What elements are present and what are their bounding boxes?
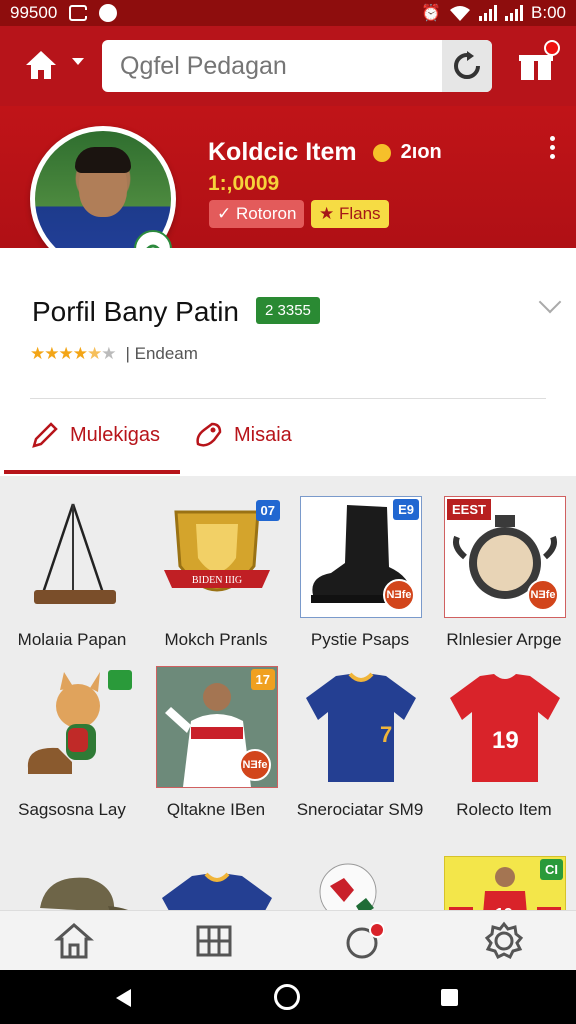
home-icon[interactable] xyxy=(24,48,58,82)
cap-image xyxy=(40,877,128,910)
search-input[interactable] xyxy=(102,40,442,92)
refresh-button[interactable] xyxy=(442,40,492,92)
notification-dot xyxy=(544,40,560,56)
back-icon[interactable] xyxy=(116,989,131,1007)
rating-label: | Endeam xyxy=(125,344,198,363)
alarm-icon: ⏰ xyxy=(421,5,442,22)
recent-apps-icon[interactable] xyxy=(441,989,458,1006)
screen: 99500 ⏰ B:00 Qgfel Pedagan Koldcic Item … xyxy=(0,0,576,1024)
item-label: Sagsosna Lay xyxy=(18,800,126,819)
item-label: Rolecto Item xyxy=(456,800,552,819)
header-title-text: Koldcic Item xyxy=(208,138,357,166)
item-frame: EEST NƎfe xyxy=(444,496,566,618)
grid-item[interactable]: E9 NƎfe Pystie Psaps xyxy=(288,476,432,649)
item-frame: 17 NƎfe xyxy=(156,666,278,788)
red-jersey-image: 19 xyxy=(450,674,560,782)
nav-grid-icon[interactable] xyxy=(194,921,234,961)
menu-badge-icon xyxy=(108,670,132,690)
soccer-ball-image xyxy=(319,863,377,910)
item-label: Qltakne IBen xyxy=(166,800,266,819)
tag-rotoron[interactable]: ✓ Rotoron xyxy=(209,200,305,228)
grid-item[interactable]: 19 Rolecto Item xyxy=(432,646,576,819)
chevron-down-icon[interactable] xyxy=(72,58,84,65)
shirt-number: 19 xyxy=(492,727,519,754)
expand-chevron-icon[interactable] xyxy=(538,290,562,314)
search-bar[interactable] xyxy=(102,40,492,92)
tag-flans[interactable]: ★ Flans xyxy=(311,200,389,228)
blue-jersey-image: 7 xyxy=(162,872,272,910)
grid-item[interactable]: 19 CI xyxy=(432,836,576,910)
app-bar xyxy=(0,26,576,106)
nav-home-icon[interactable] xyxy=(54,921,94,961)
grid-item[interactable]: BIDEN IIIG 07 Mokch Pranls xyxy=(144,476,288,649)
tab-mulekigas[interactable]: Mulekigas xyxy=(30,420,160,450)
grid-item[interactable]: 7 Snerociatar SM9 xyxy=(288,646,432,819)
tab-label: Mulekigas xyxy=(70,423,161,446)
header-value: 1:,0009 xyxy=(208,172,280,195)
item-label: Snerociatar SM9 xyxy=(296,800,424,819)
active-tab-indicator xyxy=(4,470,180,474)
nte-badge: NƎfe xyxy=(527,579,559,611)
bottom-nav xyxy=(0,910,576,970)
item-corner-badge: CI xyxy=(540,859,563,880)
pencil-icon xyxy=(32,422,58,448)
profile-info-card: Porfil Bany Patin 2 3355 ★★★★★★ | Endeam… xyxy=(0,248,576,476)
tag-icon xyxy=(196,422,222,447)
grid-item[interactable] xyxy=(288,836,432,910)
nav-notifications-icon[interactable] xyxy=(344,921,384,961)
blue-jersey-image: 7 xyxy=(306,672,416,782)
status-time-right: B:00 xyxy=(531,3,566,22)
divider xyxy=(30,398,546,399)
notification-icon xyxy=(69,5,88,21)
signal-icon xyxy=(479,5,498,21)
item-corner-badge: E9 xyxy=(393,499,419,520)
tab-label: Misaia xyxy=(234,423,292,446)
grid-item[interactable] xyxy=(0,836,144,910)
profile-badge: 2 3355 xyxy=(256,297,320,324)
status-time-left: 99500 xyxy=(10,3,58,22)
nav-settings-icon[interactable] xyxy=(484,921,524,961)
nte-badge: NƎfe xyxy=(239,749,271,781)
tab-misaia[interactable]: Misaia xyxy=(194,420,292,450)
rating: ★★★★★★ | Endeam xyxy=(30,344,198,364)
item-corner-badge: 17 xyxy=(250,669,275,690)
shirt-number: 7 xyxy=(380,722,392,747)
item-grid: Molaıia Papan BIDEN IIIG 07 Mokch Pranls… xyxy=(0,476,576,910)
wifi-icon xyxy=(450,6,471,21)
grid-item[interactable]: 17 NƎfe Qltakne IBen xyxy=(144,646,288,819)
more-options-icon[interactable] xyxy=(550,136,556,163)
item-frame: E9 NƎfe xyxy=(300,496,422,618)
coin-value: 2ıon xyxy=(400,141,442,163)
grid-item[interactable]: EEST NƎfe Rlnlesier Arpge xyxy=(432,476,576,649)
refresh-icon xyxy=(454,51,480,79)
system-nav-bar xyxy=(0,970,576,1024)
item-corner-badge: EEST xyxy=(447,499,491,520)
item-corner-badge: 07 xyxy=(255,500,280,521)
gift-button[interactable] xyxy=(518,40,560,82)
system-home-icon[interactable] xyxy=(274,984,300,1010)
grid-item[interactable]: Sagsosna Lay xyxy=(0,646,144,819)
emblem-text: BIDEN IIIG xyxy=(192,575,242,586)
rating-stars: ★★★★★★ xyxy=(30,344,116,363)
item-frame: 19 CI xyxy=(444,856,566,910)
chat-icon xyxy=(99,4,118,22)
signal-2-icon xyxy=(505,5,524,21)
grid-item[interactable]: 7 xyxy=(144,836,288,910)
nte-badge: NƎfe xyxy=(383,579,415,611)
coin-icon xyxy=(372,143,391,162)
grid-item[interactable]: Molaıia Papan xyxy=(0,476,144,649)
profile-name: Porfil Bany Patin xyxy=(32,296,239,327)
header-title: Koldcic Item 2ıon xyxy=(208,138,442,167)
status-bar: 99500 ⏰ B:00 xyxy=(0,0,576,26)
easel-image xyxy=(34,503,116,604)
